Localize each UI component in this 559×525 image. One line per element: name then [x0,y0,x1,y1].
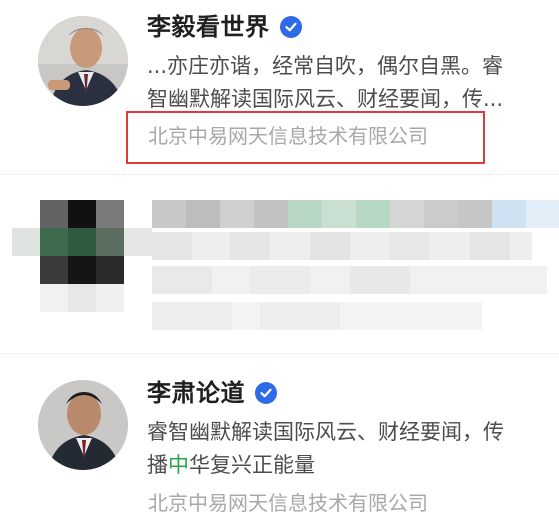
account-name[interactable]: 李肃论道 [147,379,245,407]
description-highlight-text: 中 [168,453,189,477]
avatar[interactable] [38,16,128,106]
account-description-line: 睿智幽默解读国际风云、财经要闻，传 [147,420,504,444]
avatar-photo-icon [38,16,128,106]
blurred-account-card [0,176,559,351]
avatar-photo-icon [38,380,128,470]
verified-check-icon [255,382,277,404]
company-name: 北京中易网天信息技术有限公司 [148,491,428,515]
account-name[interactable]: 李毅看世界 [147,13,270,41]
account-description-line: ...亦庄亦谐，经常自吹，偶尔自黑。睿 [147,54,504,78]
avatar[interactable] [38,380,128,470]
divider [0,174,559,175]
description-text: 华复兴正能量 [189,453,315,477]
verified-check-icon [279,16,302,38]
description-text: 播 [147,453,168,477]
account-description-line: 播中华复兴正能量 [147,449,315,482]
account-card-1[interactable]: 李毅看世界 ...亦庄亦谐，经常自吹，偶尔自黑。睿 智幽默解读国际风云、财经要闻… [0,0,559,176]
account-card-2[interactable]: 李肃论道 睿智幽默解读国际风云、财经要闻，传 播中华复兴正能量 北京中易网天信息… [0,354,559,525]
highlight-annotation-box [126,111,485,164]
